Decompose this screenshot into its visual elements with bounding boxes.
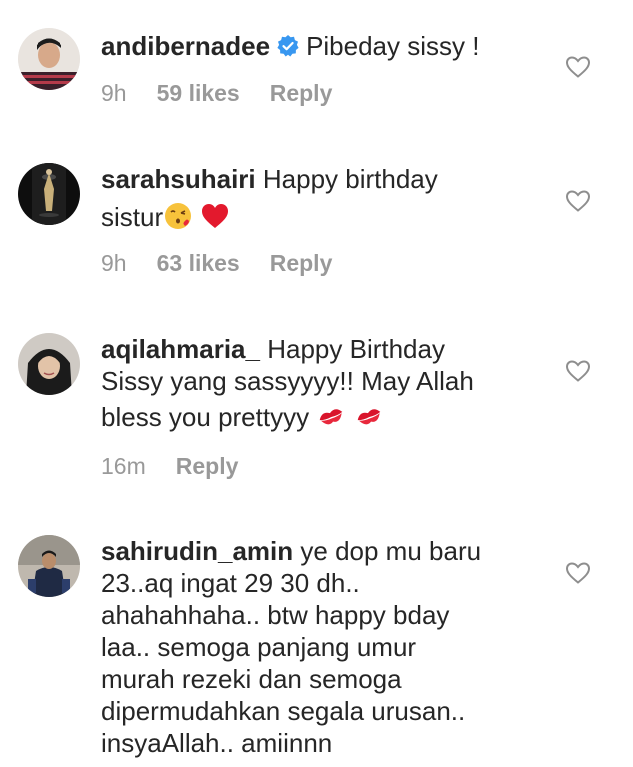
username[interactable]: sarahsuhairi [101,164,256,194]
heart-like-icon[interactable] [565,55,591,79]
kissing-face-emoji [165,203,192,229]
comment-body-line: insyaAllah.. amiinnn [101,728,333,758]
comment-text: aqilahmaria_ Happy Birthday Sissy yang s… [101,333,541,433]
comment-body-line: dipermudahkan segala urusan.. [101,696,466,726]
reply-button[interactable]: Reply [270,80,333,106]
heart-like-icon[interactable] [565,561,591,585]
username[interactable]: sahirudin_amin [101,536,293,566]
comment-time: 9h [101,250,127,276]
comment-text: sahirudin_amin ye dop mu baru 23..aq ing… [101,535,541,759]
reply-button[interactable]: Reply [176,453,239,479]
avatar[interactable] [18,163,80,225]
avatar[interactable] [18,535,80,597]
heart-like-icon[interactable] [565,359,591,383]
comment-body-line: Happy birthday [262,164,438,194]
comment-text: sarahsuhairi Happy birthday sistur [101,163,541,233]
red-heart-emoji [202,204,229,228]
comment-body-line: 23..aq ingat 29 30 dh.. [101,568,360,598]
comment-meta: 9h 63 likes Reply [101,250,362,277]
comment-body-line: bless you prettyyy [101,402,310,432]
comment-body-line: murah rezeki dan semoga [101,664,402,694]
comment-meta: 16m Reply [101,453,268,480]
likes-count[interactable]: 63 likes [157,250,240,276]
username[interactable]: aqilahmaria_ [101,334,260,364]
heart-like-icon[interactable] [565,189,591,213]
username[interactable]: andibernadee [101,31,270,61]
comment-time: 16m [101,453,146,479]
likes-count[interactable]: 59 likes [157,80,240,106]
comment-meta: 9h 59 likes Reply [101,80,362,107]
comment-text: andibernadee Pibeday sissy ! [101,30,541,62]
comment-body-line: ahahahhaha.. btw happy bday [101,600,450,630]
comment-body-line: Sissy yang sassyyyy!! May Allah [101,366,474,396]
comment-time: 9h [101,80,127,106]
avatar[interactable] [18,28,80,90]
comment-body-line: sistur [101,202,164,232]
avatar[interactable] [18,333,80,395]
verified-badge-icon [277,35,299,57]
comment-body-line: ye dop mu baru [300,536,482,566]
comment-body-line: Happy Birthday [267,334,445,364]
kiss-mark-emoji [320,409,343,425]
comment-body: Pibeday sissy ! [306,31,480,61]
kiss-mark-emoji [357,409,380,425]
reply-button[interactable]: Reply [270,250,333,276]
comment-body-line: laa.. semoga panjang umur [101,632,417,662]
